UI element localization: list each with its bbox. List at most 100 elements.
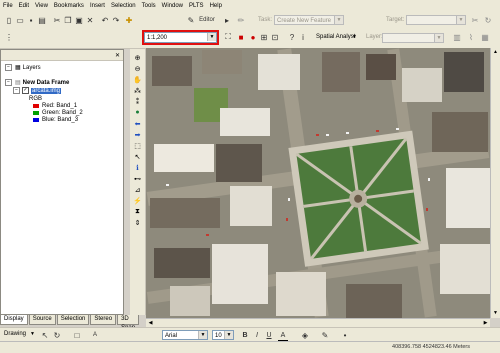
editor-toolbar-icon[interactable]: ⛶ [223, 32, 233, 42]
tab-3d-snap[interactable]: 3D Snap [117, 315, 140, 331]
cursor-coordinates: 408396.758 4524823.46 Meters [392, 344, 470, 350]
menu-window[interactable]: Window [159, 3, 186, 9]
expand-icon[interactable]: − [5, 79, 12, 86]
add-data-icon[interactable]: ✚ [124, 15, 134, 25]
menu-file[interactable]: File [0, 3, 16, 9]
font-name-value: Arial [165, 333, 178, 339]
fixed-zoom-out-icon[interactable]: ⁑ [133, 97, 142, 106]
open-folder-icon[interactable]: ▭ [15, 15, 25, 25]
underline-button[interactable]: U [264, 330, 274, 340]
fixed-zoom-in-icon[interactable]: ⁂ [133, 86, 142, 95]
standard-toolbar: ▯ ▭ ▪ ▤ ✂ ❐ ▣ ✕ ↶ ↷ ✚ ✎ Editor ▸ ✏ Task:… [0, 12, 500, 30]
font-size-value: 10 [215, 333, 222, 339]
scroll-up-icon[interactable]: ▲ [491, 48, 500, 57]
rgb-label: RGB [29, 96, 43, 102]
toolbar-grip-icon: ⋮ [5, 32, 13, 42]
chart-icon: ▦ [481, 32, 489, 42]
tab-selection[interactable]: Selection [56, 315, 90, 325]
delete-icon[interactable]: ✕ [85, 15, 95, 25]
table-of-contents-panel: ✕ − ▦ Layers − ▤ New Data Frame − ✓ arca… [0, 49, 124, 315]
sketch-tool-icon[interactable]: ▸ [222, 15, 232, 25]
scroll-right-icon[interactable]: ▶ [481, 319, 490, 327]
layers-root-row[interactable]: − ▦ Layers [5, 64, 41, 71]
rotate-icon[interactable]: ↻ [52, 330, 62, 340]
zoom-in-icon[interactable]: ⊕ [133, 53, 142, 62]
layer-dropdown[interactable]: ▼ [382, 33, 444, 43]
tab-source[interactable]: Source [28, 315, 56, 325]
band-row: Red: Band_1 [33, 103, 77, 109]
band-label: Red: Band_1 [42, 103, 78, 109]
task-dropdown[interactable]: Create New Feature ▼ [274, 15, 344, 25]
font-name-dropdown[interactable]: Arial ▼ [162, 330, 208, 340]
chevron-down-icon: ▼ [334, 16, 343, 24]
menu-help[interactable]: Help [207, 3, 225, 9]
data-frame-row[interactable]: − ▤ New Data Frame [5, 79, 69, 86]
full-extent-icon[interactable]: ● [133, 108, 142, 117]
fill-color-icon[interactable]: ◈ [300, 330, 310, 340]
select-features-icon[interactable]: ⬚ [133, 141, 142, 150]
menu-selection[interactable]: Selection [108, 3, 139, 9]
text-icon[interactable]: A [90, 330, 100, 340]
editor-menu-button[interactable]: Editor [194, 15, 220, 25]
forward-extent-icon[interactable]: ➡ [133, 130, 142, 139]
bold-button[interactable]: B [240, 330, 250, 340]
target-dropdown[interactable]: ▼ [406, 15, 466, 25]
new-document-icon[interactable]: ▯ [4, 15, 14, 25]
marker-color-icon[interactable]: • [340, 330, 350, 340]
layer-visibility-checkbox[interactable]: ✓ [22, 87, 29, 94]
cut-icon[interactable]: ✂ [52, 15, 62, 25]
chevron-down-icon[interactable]: ▼ [30, 331, 35, 337]
menu-bookmarks[interactable]: Bookmarks [51, 3, 87, 9]
pan-hand-icon[interactable]: ✋ [133, 75, 142, 84]
menu-insert[interactable]: Insert [87, 3, 108, 9]
find-binoculars-icon[interactable]: ⊷ [133, 174, 142, 183]
results-window-icon[interactable]: ⊡ [270, 32, 280, 42]
line-color-icon[interactable]: ✎ [320, 330, 330, 340]
pointer-icon[interactable]: ↖ [133, 152, 142, 161]
paste-icon[interactable]: ▣ [74, 15, 84, 25]
time-slider-icon[interactable]: ⧗ [133, 207, 142, 216]
drawing-menu[interactable]: Drawing [4, 331, 26, 337]
menu-tools[interactable]: Tools [139, 3, 159, 9]
data-frame-label: New Data Frame [22, 79, 70, 86]
menu-edit[interactable]: Edit [16, 3, 32, 9]
back-extent-icon[interactable]: ⬅ [133, 119, 142, 128]
hyperlink-icon[interactable]: ⚡ [133, 196, 142, 205]
dropdown-arrow-icon[interactable]: ▼ [352, 34, 357, 40]
toc-close-icon[interactable]: ✕ [115, 52, 120, 59]
spatial-analyst-menu[interactable]: Spatial Analyst [316, 34, 355, 40]
menu-plts[interactable]: PLTS [186, 3, 207, 9]
whats-this-icon[interactable]: ? [287, 32, 297, 42]
scroll-down-icon[interactable]: ▼ [491, 309, 500, 318]
save-icon[interactable]: ▪ [26, 15, 36, 25]
font-size-dropdown[interactable]: 10 ▼ [212, 330, 234, 340]
layer-name-label[interactable]: arcata.img [31, 87, 62, 94]
italic-button[interactable]: I [252, 330, 262, 340]
print-icon[interactable]: ▤ [37, 15, 47, 25]
expand-icon[interactable]: − [13, 87, 20, 94]
map-scale-input[interactable]: 1:1,200 ▼ [142, 30, 219, 45]
vertical-scrollbar[interactable]: ▲ ▼ [490, 48, 500, 318]
menu-view[interactable]: View [32, 3, 51, 9]
undo-icon[interactable]: ↶ [100, 15, 110, 25]
arctoolbox-icon[interactable]: ■ [236, 32, 246, 42]
tab-display[interactable]: Display [0, 315, 28, 325]
swipe-icon[interactable]: ⇕ [133, 218, 142, 227]
measure-icon[interactable]: ⊿ [133, 185, 142, 194]
expand-icon[interactable]: − [5, 64, 12, 71]
zoom-out-icon[interactable]: ⊖ [133, 64, 142, 73]
tab-stereo[interactable]: Stereo [90, 315, 117, 325]
rectangle-icon[interactable]: □ [72, 330, 82, 340]
select-elements-icon[interactable]: ↖ [40, 330, 50, 340]
copy-icon[interactable]: ❐ [63, 15, 73, 25]
scroll-left-icon[interactable]: ◀ [146, 319, 155, 327]
identify-icon[interactable]: i [298, 32, 308, 42]
model-builder-icon[interactable]: ⊞ [259, 32, 269, 42]
command-line-icon[interactable]: ● [248, 32, 258, 42]
map-view[interactable] [146, 48, 490, 318]
identify-icon[interactable]: ℹ [133, 163, 142, 172]
layer-row[interactable]: − ✓ arcata.img [13, 87, 62, 94]
redo-icon[interactable]: ↷ [111, 15, 121, 25]
toc-tabs: Display Source Selection Stereo 3D Snap [0, 315, 140, 331]
contour-icon: ⌇ [469, 32, 473, 42]
